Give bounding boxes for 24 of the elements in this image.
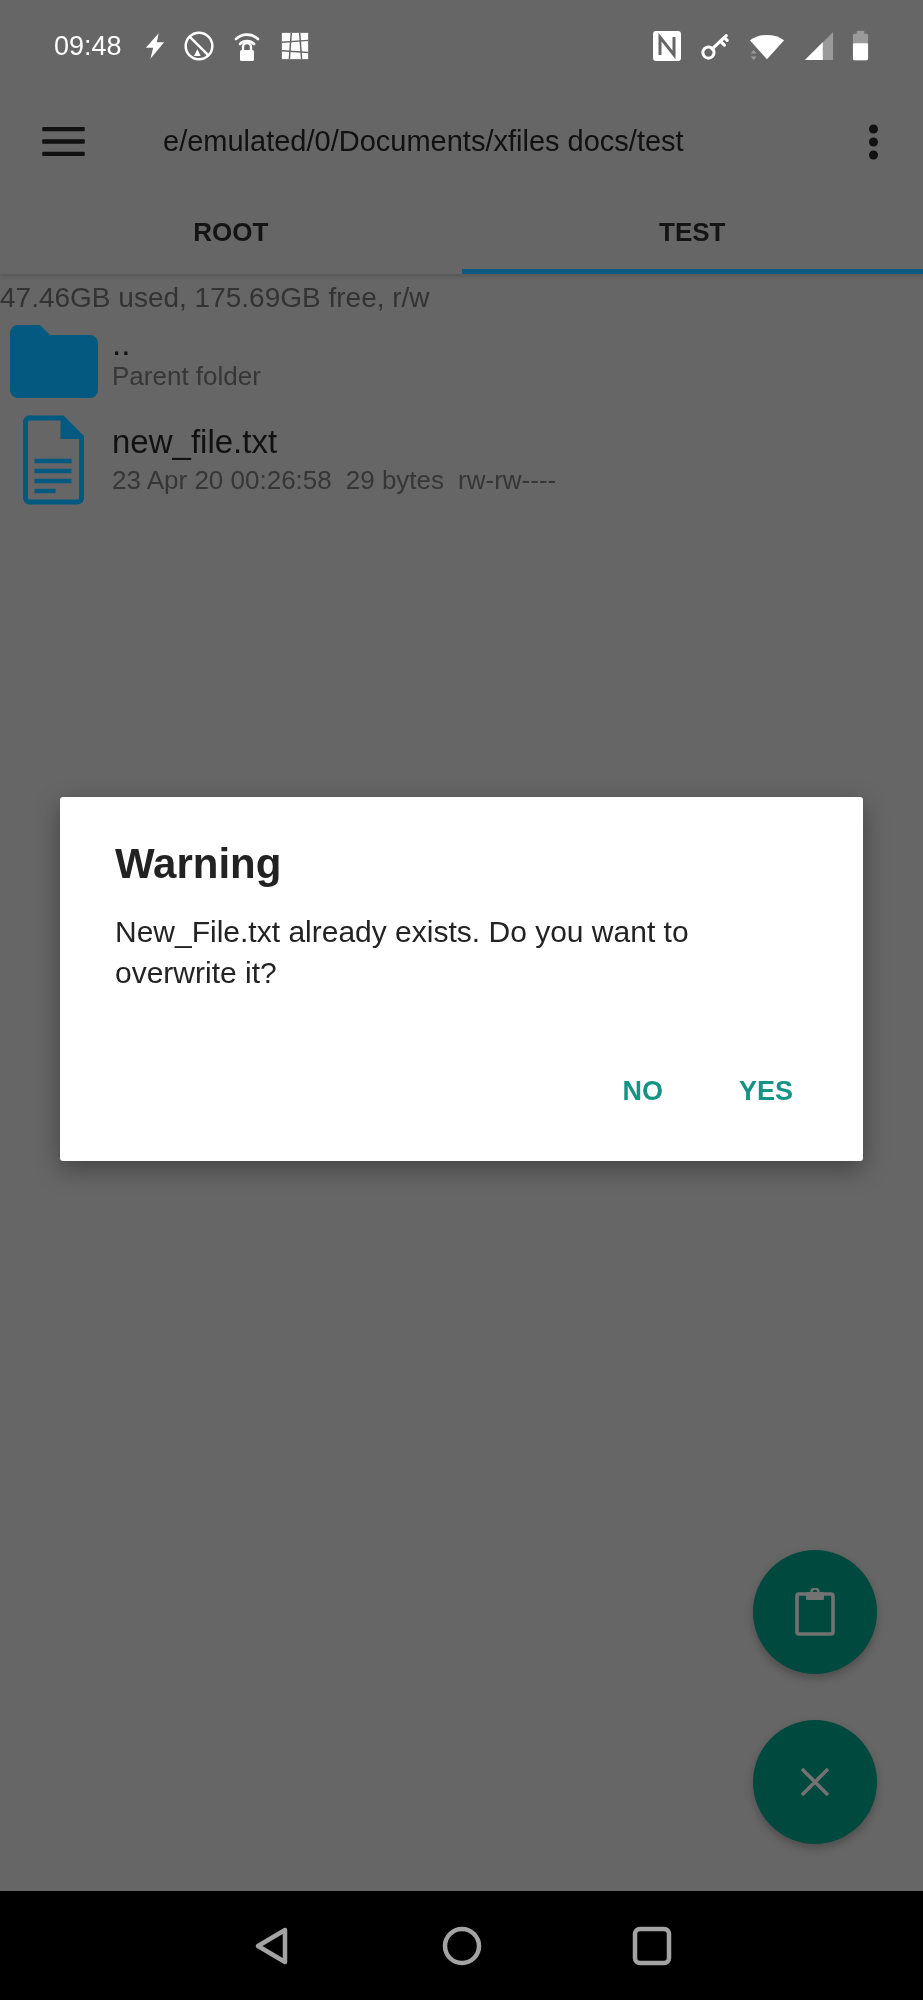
folder-icon xyxy=(10,324,98,398)
file-name[interactable]: new_file.txt xyxy=(112,422,278,462)
signal-icon xyxy=(804,30,834,62)
menu-icon[interactable] xyxy=(42,127,85,156)
grid-square-icon xyxy=(279,30,310,62)
more-options-icon[interactable] xyxy=(868,123,879,160)
home-icon[interactable] xyxy=(441,1925,482,1966)
close-icon xyxy=(799,1766,831,1798)
dialog-title: Warning xyxy=(115,839,283,889)
bolt-icon xyxy=(143,32,166,60)
crossed-circle-icon xyxy=(183,30,214,62)
document-icon xyxy=(22,415,85,505)
dialog-message: New_File.txt already exists. Do you want to overwrite it? xyxy=(115,914,690,991)
dialog-button[interactable]: NO xyxy=(606,1062,679,1121)
battery-icon xyxy=(852,30,869,62)
folder-path: e/emulated/0/Documents/xfiles docs/test xyxy=(163,125,685,158)
file-name[interactable]: .. xyxy=(112,329,131,359)
dialog-button[interactable]: YES xyxy=(722,1062,809,1121)
status-time: 09:48 xyxy=(54,30,122,62)
nfc-icon xyxy=(652,30,682,62)
clipboard-icon xyxy=(795,1588,835,1636)
folder-tab[interactable]: TEST xyxy=(461,191,923,274)
folder-tab[interactable]: ROOT xyxy=(0,191,462,274)
recents-icon[interactable] xyxy=(631,1925,672,1966)
